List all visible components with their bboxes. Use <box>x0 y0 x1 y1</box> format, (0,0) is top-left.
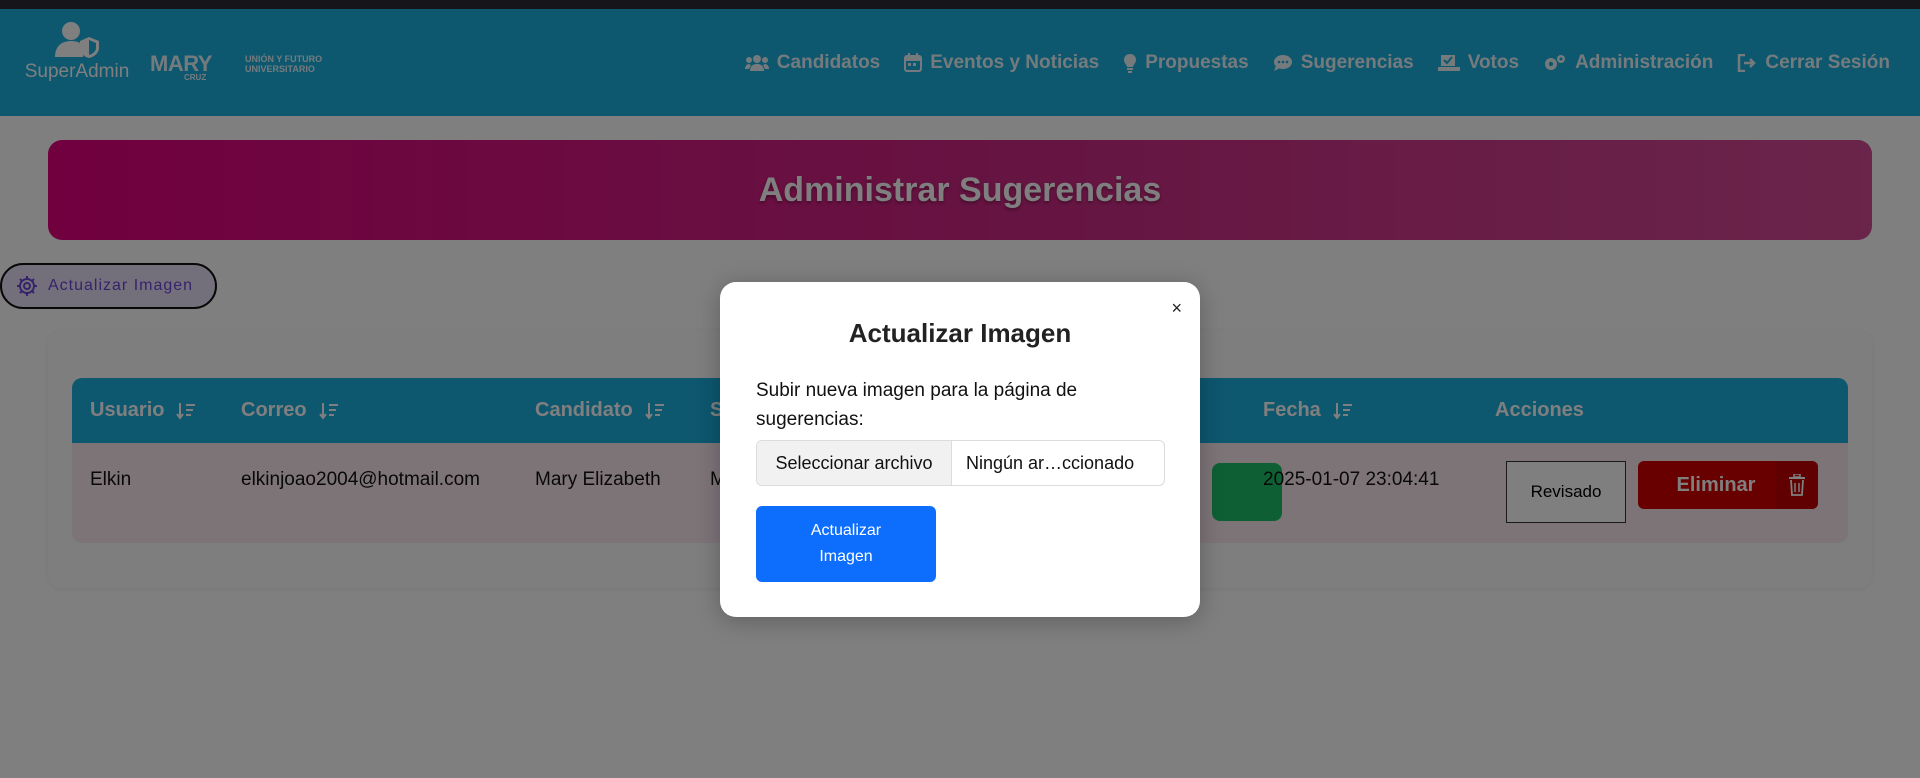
close-icon[interactable]: × <box>1171 298 1182 319</box>
modal-title: Actualizar Imagen <box>848 318 1072 348</box>
modal-description: Subir nueva imagen para la página de sug… <box>756 380 1078 430</box>
submit-update-image-button[interactable]: Actualizar Imagen <box>756 506 936 582</box>
choose-file-button[interactable]: Seleccionar archivo <box>757 441 952 485</box>
file-input[interactable]: Seleccionar archivo Ningún ar…ccionado <box>756 440 1165 486</box>
file-name-display: Ningún ar…ccionado <box>966 452 1135 473</box>
update-image-modal: × Actualizar Imagen Subir nueva imagen p… <box>720 282 1200 617</box>
